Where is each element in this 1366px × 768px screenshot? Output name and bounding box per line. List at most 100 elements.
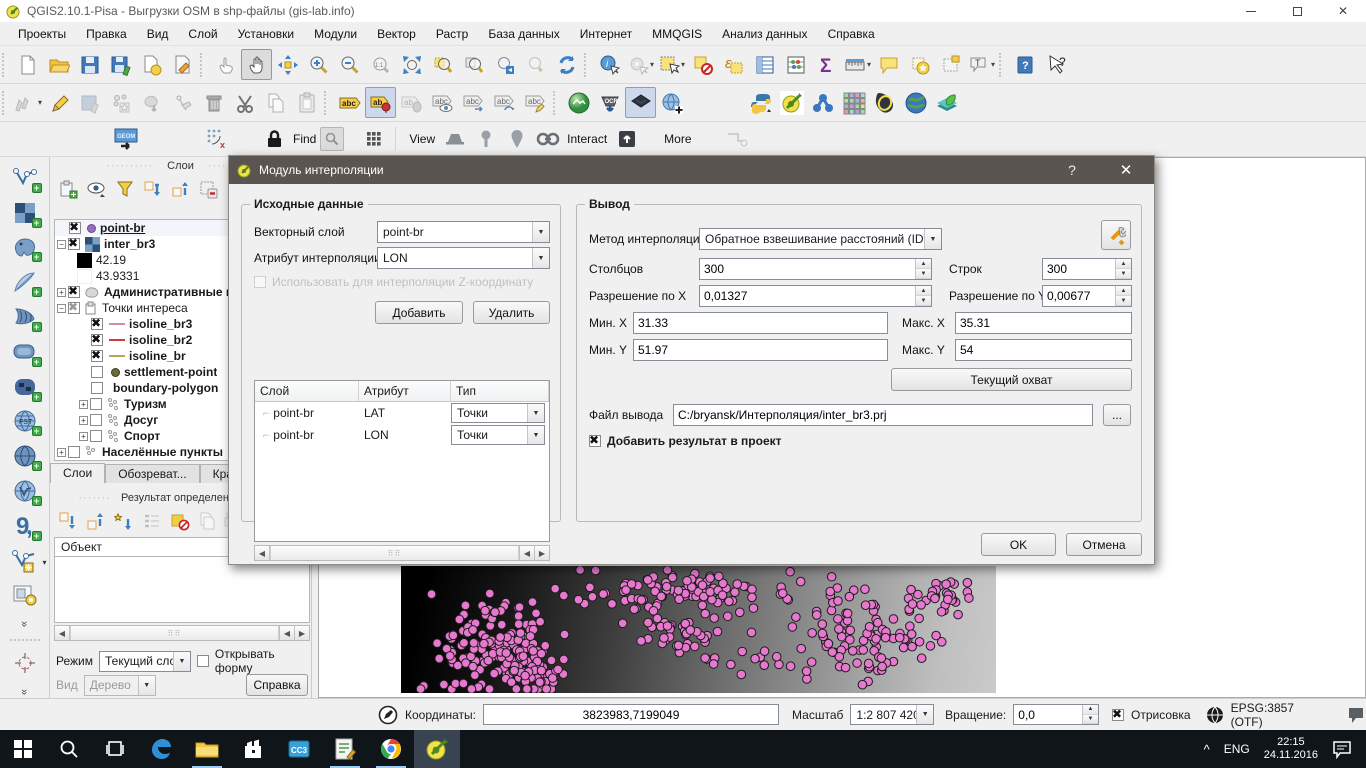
group-checkbox[interactable] (90, 398, 102, 410)
show-bookmarks-button[interactable] (935, 49, 966, 80)
qgis-taskbar-icon[interactable] (414, 730, 460, 768)
crosshair-icon[interactable] (10, 650, 40, 676)
help-button[interactable]: Справка (246, 674, 308, 696)
manage-visibility-button[interactable] (86, 179, 108, 199)
type-combo[interactable]: Точки▼ (451, 425, 545, 445)
table-row[interactable]: ⌐·point-br LAT Точки▼ (255, 402, 549, 424)
col-layer[interactable]: Слой (255, 381, 359, 401)
copy-result-button[interactable] (198, 511, 216, 531)
windows-store-icon[interactable] (230, 730, 276, 768)
tile-layer-icon[interactable] (625, 87, 656, 118)
col-type[interactable]: Тип (451, 381, 549, 401)
crs-status-icon[interactable] (1206, 706, 1224, 724)
measure-button[interactable]: ▾ (842, 49, 873, 80)
maxx-input[interactable]: 35.31 (955, 312, 1132, 334)
notes-app-icon[interactable] (322, 730, 368, 768)
menu-layer[interactable]: Слой (178, 24, 227, 44)
cc3-app-icon[interactable]: CC3 (276, 730, 322, 768)
map-composer-icon[interactable] (10, 583, 40, 609)
add-vector-layer-button[interactable]: + (10, 165, 40, 191)
coordinates-input[interactable]: 3823983,7199049 (483, 704, 779, 725)
clock[interactable]: 22:15 24.11.2016 (1264, 736, 1318, 762)
add-delimited-text-button[interactable]: 9,+ (10, 513, 40, 539)
label-settings-button[interactable]: abc (334, 87, 365, 118)
log-messages-icon[interactable] (1346, 706, 1366, 724)
layer-checkbox[interactable] (91, 350, 103, 362)
menu-web[interactable]: Интернет (570, 24, 642, 44)
save-project-button[interactable] (74, 49, 105, 80)
celly-spinbox[interactable]: 0,00677▲▼ (1042, 285, 1132, 307)
minx-input[interactable]: 31.33 (633, 312, 888, 334)
attribute-table-button[interactable] (749, 49, 780, 80)
edits-indicator-icon[interactable] (378, 705, 398, 725)
map-tips-button[interactable] (873, 49, 904, 80)
globe-add-icon[interactable] (656, 87, 687, 118)
open-form-checkbox[interactable] (197, 655, 209, 667)
browse-button[interactable]: ... (1103, 404, 1131, 426)
delete-selected-button[interactable] (198, 87, 229, 118)
menu-help[interactable]: Справка (818, 24, 885, 44)
group-checkbox[interactable] (90, 414, 102, 426)
output-file-input[interactable]: C:/bryansk/Интерполяция/inter_br3.prj (673, 404, 1093, 426)
zoom-in-button[interactable] (303, 49, 334, 80)
table-row[interactable]: ⌐·point-br LON Точки▼ (255, 424, 549, 446)
scroll-right-arrow[interactable]: ▶ (534, 546, 549, 560)
scroll-thumb[interactable]: ⠿⠿ (270, 546, 519, 560)
label-visibility-button[interactable]: abc (427, 87, 458, 118)
cancel-button[interactable]: Отмена (1066, 533, 1142, 556)
add-feature-button[interactable] (105, 87, 136, 118)
maxy-input[interactable]: 54 (955, 339, 1132, 361)
remove-layer-button[interactable] (198, 179, 218, 199)
menu-edit[interactable]: Правка (76, 24, 137, 44)
pan-to-selection-button[interactable] (272, 49, 303, 80)
identify-hscrollbar[interactable]: ◀ ⠿⠿ ◀ ▶ (54, 625, 310, 641)
label-hide-button[interactable]: ab (396, 87, 427, 118)
add-raster-layer-button[interactable]: + (10, 200, 40, 226)
text-annotation-button[interactable]: T▾ (966, 49, 997, 80)
zoom-last-button[interactable] (489, 49, 520, 80)
layer-checkbox[interactable] (68, 286, 80, 298)
edge-icon[interactable] (138, 730, 184, 768)
vertex-tool-icon[interactable]: ▾ (10, 548, 40, 574)
whats-this-button[interactable]: ? (1040, 49, 1071, 80)
osm-plugin-icon[interactable] (563, 87, 594, 118)
maximize-button[interactable] (1274, 0, 1320, 22)
task-view-button[interactable] (92, 730, 138, 768)
chrome-icon[interactable] (368, 730, 414, 768)
dock-overflow-chevron[interactable]: » (10, 617, 40, 630)
new-from-template-button[interactable] (136, 49, 167, 80)
close-button[interactable]: ✕ (1320, 0, 1366, 22)
start-button[interactable] (0, 730, 46, 768)
crs-label[interactable]: EPSG:3857 (OTF) (1231, 701, 1329, 729)
tray-chevron-icon[interactable]: ^ (1204, 742, 1210, 757)
find-search-button[interactable] (320, 127, 344, 151)
collapse-all-button[interactable] (170, 179, 190, 199)
add-spatialite-layer-button[interactable]: + (10, 269, 40, 295)
grid-colors-icon[interactable] (838, 87, 869, 118)
zoom-native-button[interactable]: 1:1 (365, 49, 396, 80)
scale-combo[interactable]: 1:2 807 420▼ (850, 704, 934, 725)
layer-checkbox[interactable] (69, 222, 81, 234)
deselect-features-button[interactable] (687, 49, 718, 80)
form-view-button[interactable] (142, 512, 162, 530)
collapse-tree-button[interactable] (86, 511, 106, 531)
cut-features-button[interactable] (229, 87, 260, 118)
ok-button[interactable]: OK (981, 533, 1056, 556)
globe-earth-icon[interactable] (900, 87, 931, 118)
save-project-as-button[interactable] (105, 49, 136, 80)
z-coordinate-checkbox[interactable] (254, 276, 266, 288)
method-combo[interactable]: Обратное взвешивание расстояний (IDW)▼ (699, 228, 942, 250)
topology-icon[interactable] (807, 87, 838, 118)
zoom-to-layer-button[interactable] (458, 49, 489, 80)
dock-overflow-chevron-2[interactable]: » (10, 685, 40, 698)
paste-features-button[interactable] (291, 87, 322, 118)
render-checkbox[interactable] (1112, 709, 1124, 721)
layer-checkbox[interactable] (91, 334, 103, 346)
zoom-out-button[interactable] (334, 49, 365, 80)
ocr-download-icon[interactable]: OCR (594, 87, 625, 118)
add-result-checkbox[interactable] (589, 435, 601, 447)
rows-spinbox[interactable]: 300▲▼ (1042, 258, 1132, 280)
interact-icon[interactable] (611, 124, 642, 155)
add-oracle-layer-button[interactable]: + (10, 339, 40, 365)
expand-all-button[interactable] (142, 179, 162, 199)
